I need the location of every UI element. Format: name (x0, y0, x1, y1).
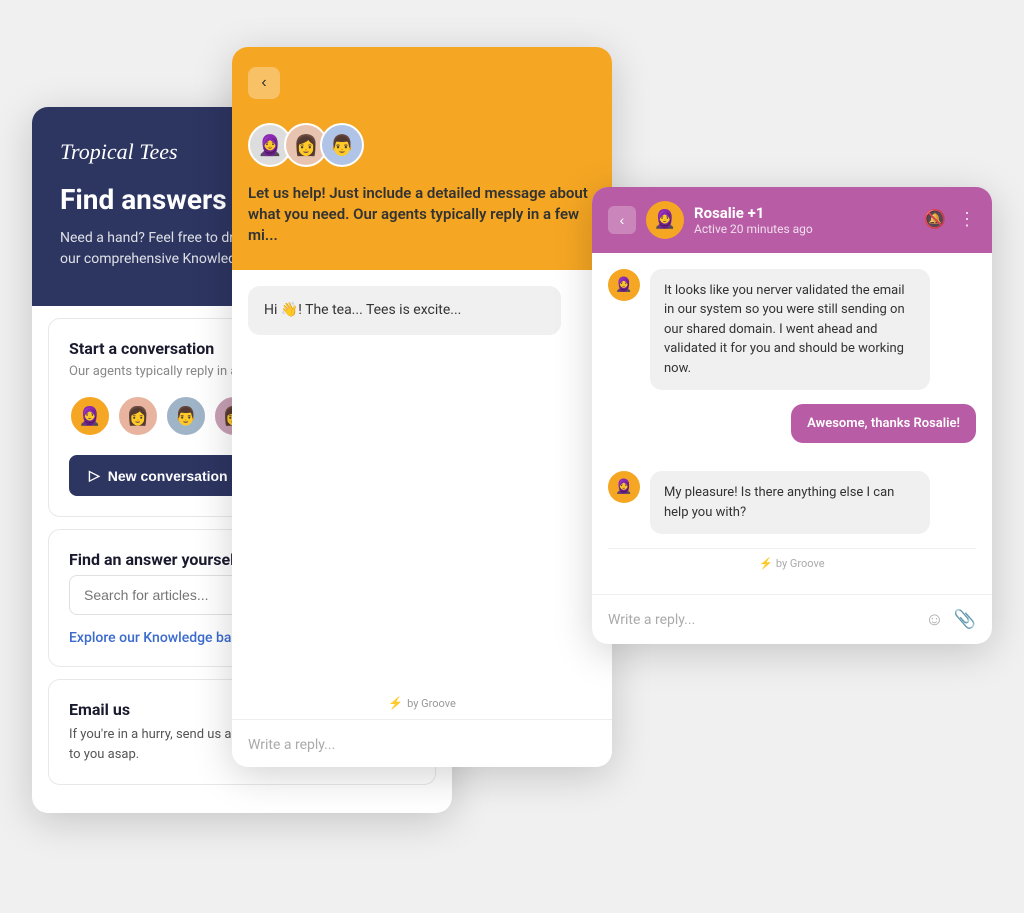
right-agent-info: Rosalie +1 Active 20 minutes ago (694, 204, 914, 236)
incoming-bubble-2: My pleasure! Is there anything else I ca… (650, 471, 930, 534)
middle-reply-area: Write a reply... (232, 719, 612, 767)
right-reply-input[interactable]: Write a reply... (608, 612, 695, 628)
middle-groove-badge: ⚡ by Groove (232, 686, 612, 717)
right-chat-body: 🧕 It looks like you nerver validated the… (592, 253, 992, 595)
agent-small-avatar-2: 🧕 (608, 471, 640, 503)
incoming-bubble-1: It looks like you nerver validated the e… (650, 269, 930, 391)
right-agent-status: Active 20 minutes ago (694, 222, 914, 236)
attach-icon[interactable]: 📎 (954, 609, 976, 630)
agent-small-avatar-1: 🧕 (608, 269, 640, 301)
widget-card-right: ‹ 🧕 Rosalie +1 Active 20 minutes ago 🔕 ⋮… (592, 187, 992, 645)
right-groove-badge: ⚡ by Groove (608, 548, 976, 578)
right-lightning-icon: ⚡ (759, 557, 773, 570)
middle-header-text: Let us help! Just include a detailed mes… (248, 183, 596, 246)
avatar-1: 🧕 (69, 395, 111, 437)
middle-avatar-3: 👨 (320, 123, 364, 167)
new-conv-icon: ▷ (89, 467, 100, 484)
right-header: ‹ 🧕 Rosalie +1 Active 20 minutes ago 🔕 ⋮ (592, 187, 992, 253)
avatar-2: 👩 (117, 395, 159, 437)
new-conversation-button[interactable]: ▷ New conversation (69, 455, 248, 496)
bell-off-icon[interactable]: 🔕 (924, 209, 946, 230)
right-header-icons: 🔕 ⋮ (924, 209, 976, 230)
middle-reply-input[interactable]: Write a reply... (248, 737, 335, 753)
right-message-2: Awesome, thanks Rosalie! (608, 404, 976, 457)
right-message-1: 🧕 It looks like you nerver validated the… (608, 269, 976, 391)
right-back-button[interactable]: ‹ (608, 206, 636, 234)
outgoing-bubble-1: Awesome, thanks Rosalie! (791, 404, 976, 443)
middle-chat-bubble: Hi 👋! The tea... Tees is excite... (248, 286, 561, 335)
right-agent-name: Rosalie +1 (694, 204, 914, 222)
widget-card-middle: ‹ 🧕 👩 👨 Let us help! Just include a deta… (232, 47, 612, 767)
more-options-icon[interactable]: ⋮ (958, 209, 976, 230)
knowledge-base-link[interactable]: Explore our Knowledge base (69, 630, 246, 646)
right-agent-avatar: 🧕 (646, 201, 684, 239)
right-reply-icons: ☺ 📎 (925, 609, 976, 630)
middle-back-button[interactable]: ‹ (248, 67, 280, 99)
middle-header: ‹ 🧕 👩 👨 Let us help! Just include a deta… (232, 47, 612, 270)
middle-bubble-text: Hi 👋! The tea... Tees is excite... (264, 302, 461, 318)
right-reply-area: Write a reply... ☺ 📎 (592, 594, 992, 644)
middle-avatars: 🧕 👩 👨 (248, 123, 596, 167)
avatar-3: 👨 (165, 395, 207, 437)
right-message-3: 🧕 My pleasure! Is there anything else I … (608, 471, 976, 534)
emoji-icon[interactable]: ☺ (925, 609, 943, 630)
lightning-icon: ⚡ (388, 696, 403, 710)
